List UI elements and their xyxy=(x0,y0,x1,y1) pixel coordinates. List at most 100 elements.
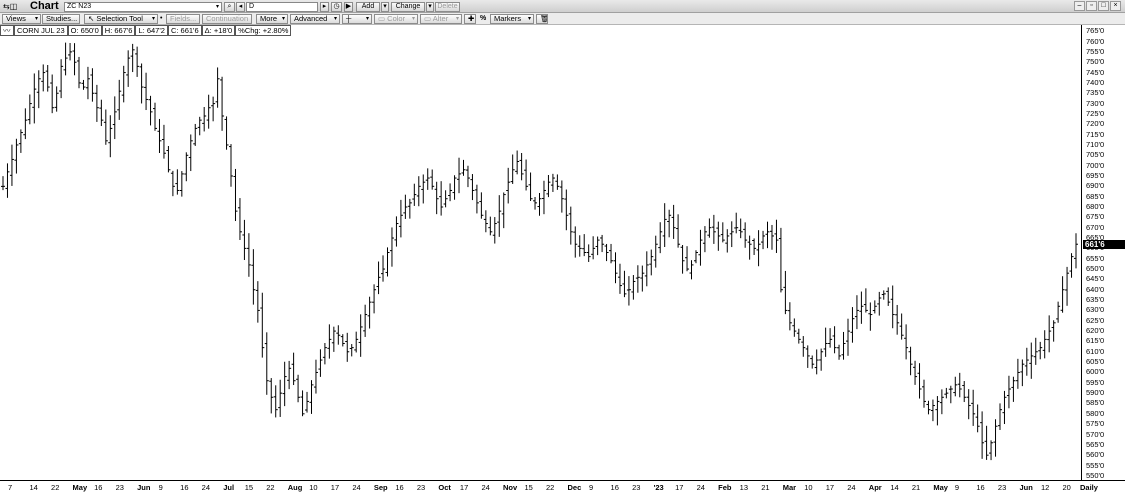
chevron-left-icon[interactable]: ◂ xyxy=(236,2,245,12)
time-axis-label: 17 xyxy=(825,483,835,492)
alter-label: Alter xyxy=(432,14,449,23)
price-bar xyxy=(962,381,967,403)
chevron-right-icon[interactable]: ▸ xyxy=(320,2,329,12)
views-button[interactable]: Views ▾ xyxy=(2,14,41,24)
price-bar xyxy=(1006,375,1011,409)
change-dropdown-icon[interactable]: ▾ xyxy=(426,2,434,12)
window-menu-icon[interactable]: ⇆◫ xyxy=(3,2,27,11)
price-bar xyxy=(461,159,466,176)
price-bar xyxy=(658,222,663,254)
studies-button[interactable]: Studies... xyxy=(42,14,80,24)
time-axis-label: 16 xyxy=(180,483,189,492)
color-button[interactable]: ▭ Color ▾ xyxy=(374,14,418,24)
price-bar xyxy=(94,84,99,122)
price-bar xyxy=(9,144,14,186)
price-bar xyxy=(23,108,28,140)
price-bar xyxy=(148,95,153,126)
chevron-down-icon[interactable]: ▾ xyxy=(216,3,219,11)
play-icon[interactable]: ▶ xyxy=(344,2,353,12)
price-bar xyxy=(711,214,716,244)
time-axis-label: '23 xyxy=(653,483,664,492)
price-bar xyxy=(229,144,234,187)
price-bar xyxy=(1069,253,1074,278)
price-bar xyxy=(805,345,810,368)
price-bar xyxy=(1060,276,1065,313)
price-bar xyxy=(913,360,918,385)
price-bar xyxy=(202,107,207,132)
price-bar xyxy=(153,102,158,131)
symbol-input[interactable]: ZC N23 ▾ xyxy=(64,2,222,12)
interval-input[interactable]: D xyxy=(246,2,318,12)
price-bar xyxy=(50,74,55,114)
price-bar xyxy=(345,332,350,362)
price-bar xyxy=(501,192,506,229)
maximize-icon[interactable]: □ xyxy=(1098,1,1109,11)
price-bar xyxy=(434,181,439,215)
price-bar xyxy=(354,331,359,353)
price-bar xyxy=(376,261,381,295)
price-bar xyxy=(944,387,949,399)
price-tick-label: 690'0 xyxy=(1086,181,1105,191)
chart-plot-area[interactable] xyxy=(0,25,1082,480)
time-axis-label: 22 xyxy=(51,483,60,492)
time-axis-label: 16 xyxy=(976,483,985,492)
price-bar xyxy=(792,318,797,337)
trash-icon[interactable]: 🗑 xyxy=(536,14,548,24)
price-bar xyxy=(179,171,184,197)
price-bar xyxy=(604,243,609,262)
time-axis-label: Mar xyxy=(782,483,797,492)
price-bar xyxy=(819,348,824,371)
price-tick-label: 710'0 xyxy=(1086,139,1105,149)
price-chart[interactable] xyxy=(0,25,1082,480)
price-bar xyxy=(1065,266,1070,306)
price-bar xyxy=(99,99,104,127)
price-bar xyxy=(698,229,703,266)
last-price-marker: 661'6 xyxy=(1083,240,1125,250)
price-bar xyxy=(971,389,976,426)
price-bar xyxy=(327,324,332,359)
selection-tool-button[interactable]: ↖ Selection Tool ▾ xyxy=(84,14,158,24)
fields-button[interactable]: Fields... xyxy=(166,14,200,24)
price-tick-label: 750'0 xyxy=(1086,57,1105,67)
delete-button[interactable]: Delete xyxy=(435,2,460,12)
change-button[interactable]: Change xyxy=(391,2,425,12)
minimize-icon[interactable]: – xyxy=(1074,1,1085,11)
advanced-button[interactable]: Advanced ▾ xyxy=(290,14,340,24)
time-axis-label: Aug xyxy=(287,483,303,492)
add-dropdown-icon[interactable]: ▾ xyxy=(381,2,389,12)
continuation-button[interactable]: Continuation xyxy=(202,14,252,24)
time-axis-label: Jun xyxy=(137,483,151,492)
time-axis-label: Apr xyxy=(868,483,882,492)
search-icon[interactable]: ⌕ xyxy=(224,2,235,12)
more-button[interactable]: More ▾ xyxy=(256,14,288,24)
crosshair-icon[interactable]: ✚ xyxy=(464,14,476,24)
price-bar xyxy=(993,419,998,457)
price-bar xyxy=(313,359,318,394)
price-bar xyxy=(1020,359,1025,387)
bar-style-button[interactable]: ┼ ▾ xyxy=(342,14,372,24)
price-tick-label: 650'0 xyxy=(1086,264,1105,274)
restore-icon[interactable]: ▫ xyxy=(1086,1,1097,11)
price-tick-label: 550'0 xyxy=(1086,470,1105,480)
price-bar xyxy=(358,314,363,357)
price-bar xyxy=(908,346,913,376)
price-bar xyxy=(255,281,260,323)
time-axis-label: 15 xyxy=(524,483,533,492)
close-icon[interactable]: × xyxy=(1110,1,1121,11)
pin-icon[interactable]: • xyxy=(160,14,162,24)
time-axis-label: May xyxy=(72,483,88,492)
price-bar xyxy=(1074,233,1078,269)
price-bar xyxy=(693,250,698,264)
price-bar xyxy=(640,265,645,292)
views-label: Views xyxy=(6,14,26,23)
price-bar xyxy=(533,196,538,210)
price-bar xyxy=(130,43,135,73)
price-bar xyxy=(322,342,327,365)
price-bar xyxy=(796,328,801,344)
percent-toggle[interactable]: % xyxy=(480,14,486,24)
alter-button[interactable]: ▭ Alter ▾ xyxy=(420,14,462,24)
clock-icon[interactable]: ◷ xyxy=(331,2,342,12)
price-bar xyxy=(54,86,59,112)
add-button[interactable]: Add xyxy=(356,2,380,12)
markers-button[interactable]: Markers ▾ xyxy=(490,14,534,24)
